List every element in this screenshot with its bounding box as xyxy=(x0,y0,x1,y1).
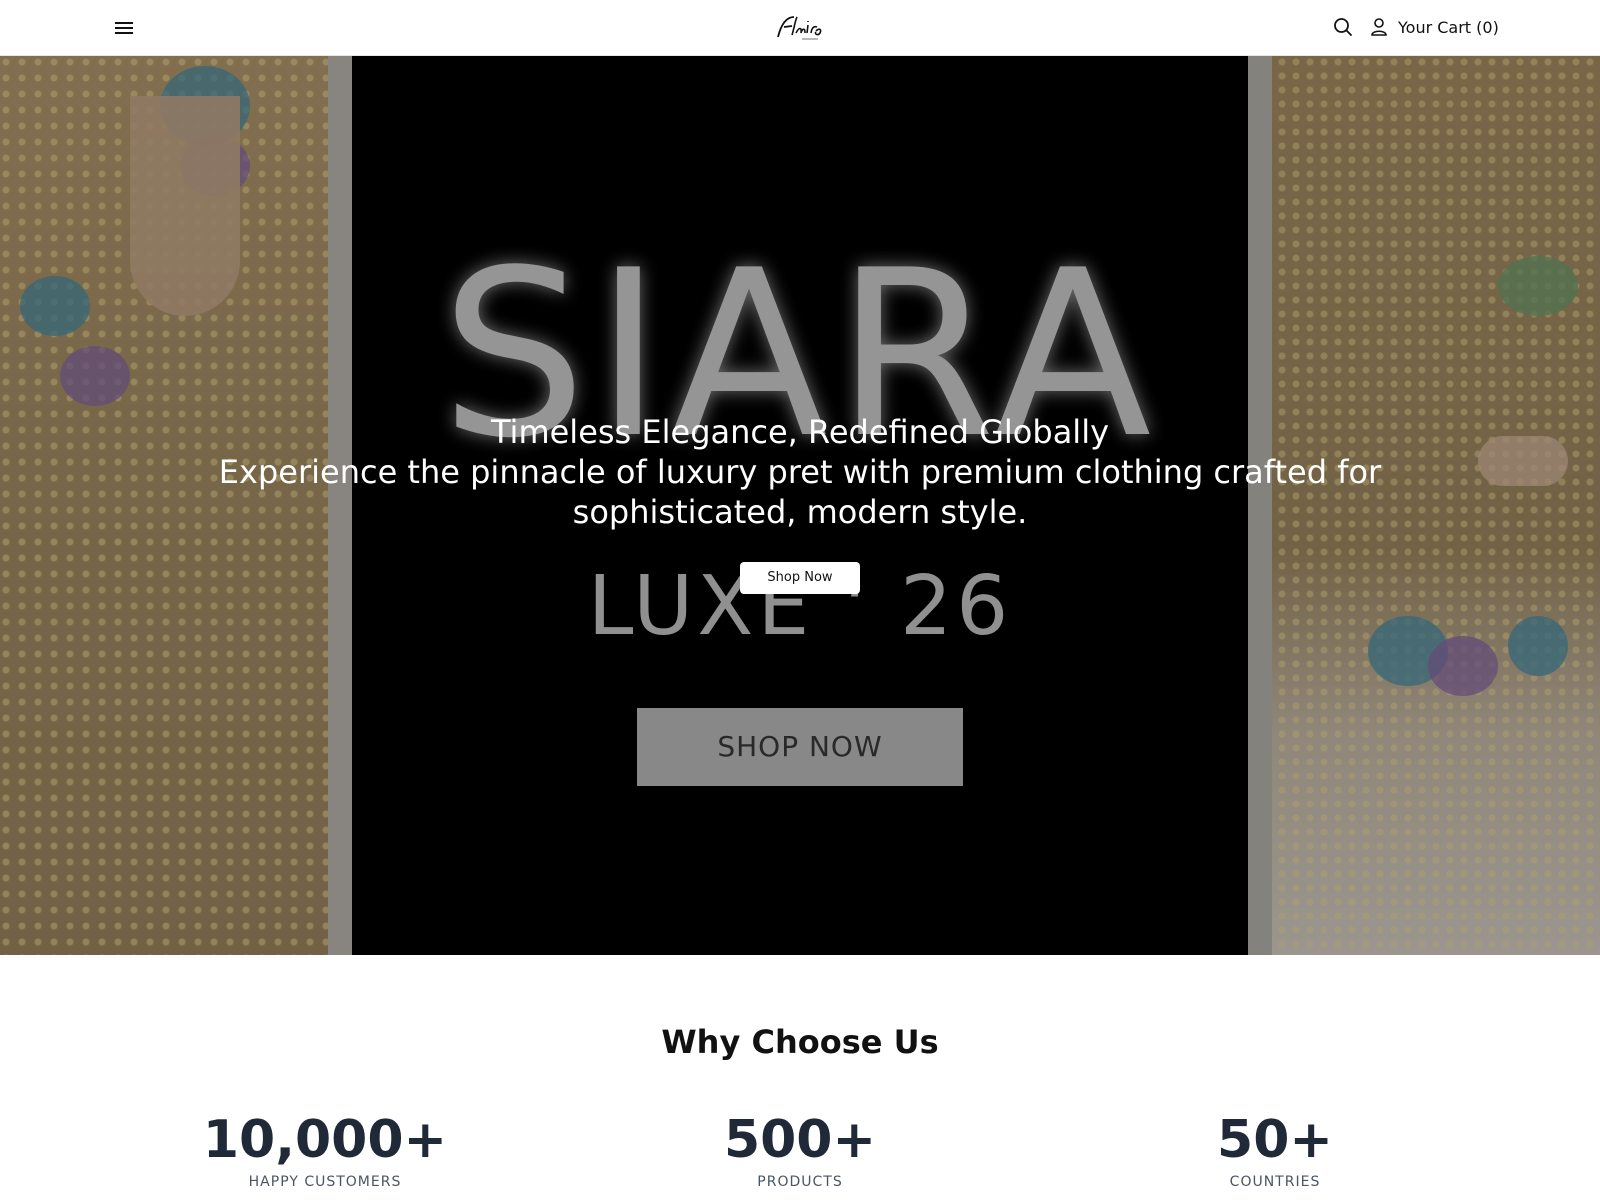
user-icon xyxy=(1371,18,1387,36)
hamburger-menu-icon xyxy=(115,22,133,34)
hero-banner: SIARA LUXE ' 26 SHOP NOW Timeless Elegan… xyxy=(0,56,1600,955)
stat-value: 50+ xyxy=(1217,1110,1333,1170)
site-logo[interactable] xyxy=(765,8,835,48)
hero-title: Timeless Elegance, Redefined Globally xyxy=(490,413,1110,451)
menu-button[interactable] xyxy=(110,16,138,40)
stat-value: 500+ xyxy=(723,1110,877,1170)
stat-value: 10,000+ xyxy=(202,1110,448,1170)
section-title: Why Choose Us xyxy=(661,1023,939,1061)
hero-subtitle: Experience the pinnacle of luxury pret w… xyxy=(218,453,1382,531)
site-header: Your Cart (0) xyxy=(0,0,1600,56)
stat-label: COUNTRIES xyxy=(1229,1174,1321,1190)
search-button[interactable] xyxy=(1332,16,1356,40)
shop-now-button[interactable]: Shop Now xyxy=(740,562,860,594)
flairs-logo-icon xyxy=(777,16,822,40)
search-icon xyxy=(1334,18,1352,36)
hero-content: Timeless Elegance, Redefined Globally Ex… xyxy=(0,56,1600,955)
cart-link[interactable]: Your Cart (0) xyxy=(1398,16,1499,40)
stat-label: PRODUCTS xyxy=(757,1174,843,1190)
account-button[interactable] xyxy=(1370,16,1390,40)
stat-products: 500+ PRODUCTS xyxy=(650,1110,950,1192)
stat-label: HAPPY CUSTOMERS xyxy=(248,1174,402,1190)
stat-happy-customers: 10,000+ HAPPY CUSTOMERS xyxy=(175,1110,475,1192)
stat-countries: 50+ COUNTRIES xyxy=(1125,1110,1425,1192)
